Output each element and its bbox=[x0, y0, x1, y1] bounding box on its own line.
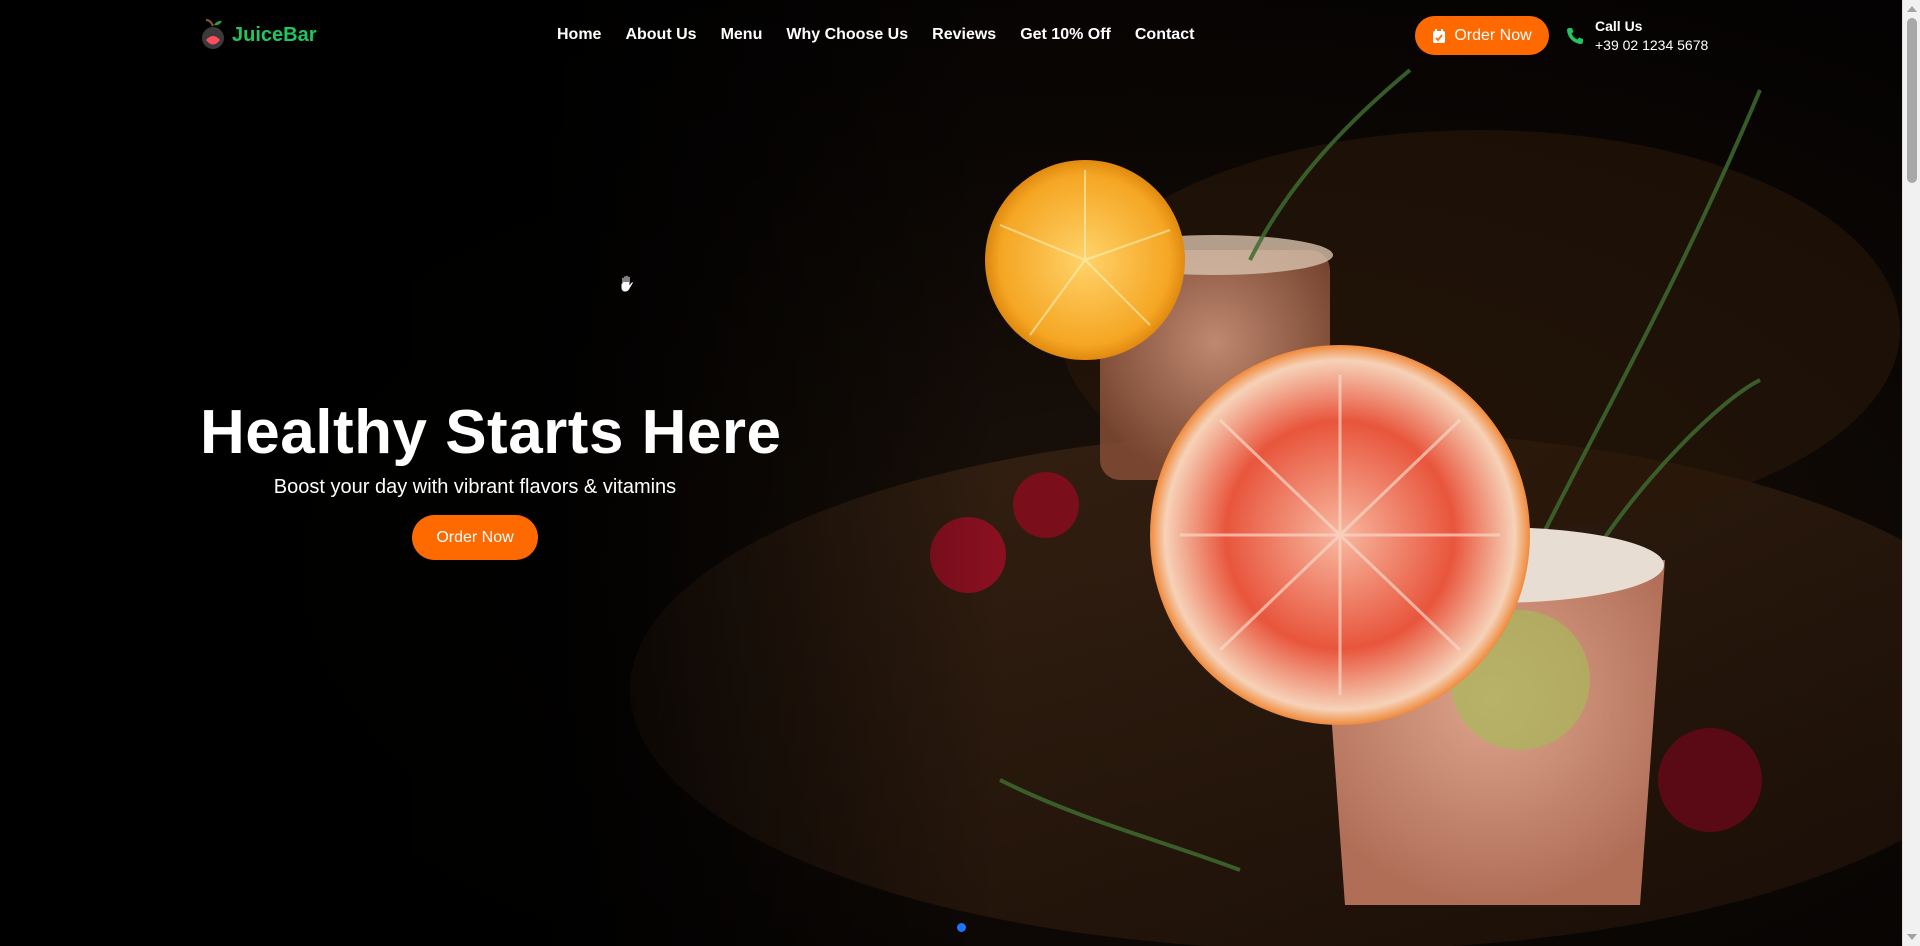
slide-indicator-dot[interactable] bbox=[957, 923, 966, 932]
call-us-title: Call Us bbox=[1595, 18, 1643, 34]
main-nav: Home About Us Menu Why Choose Us Reviews… bbox=[557, 26, 1194, 44]
nav-about-us[interactable]: About Us bbox=[625, 26, 696, 44]
brand-name: JuiceBar bbox=[232, 23, 317, 46]
hero-subtitle: Boost your day with vibrant flavors & vi… bbox=[273, 476, 677, 498]
nav-contact[interactable]: Contact bbox=[1135, 26, 1195, 44]
scroll-up-arrow-icon[interactable] bbox=[1907, 6, 1917, 12]
site-header: JuiceBar Home About Us Menu Why Choose U… bbox=[0, 0, 1902, 72]
call-us-number: +39 02 1234 5678 bbox=[1595, 37, 1709, 53]
nav-get-discount[interactable]: Get 10% Off bbox=[1020, 26, 1111, 44]
calendar-icon bbox=[1433, 28, 1446, 43]
header-order-now-button[interactable]: Order Now bbox=[1415, 16, 1549, 55]
nav-reviews[interactable]: Reviews bbox=[932, 26, 996, 44]
hero-order-now-button[interactable]: Order Now bbox=[412, 515, 538, 560]
nav-home[interactable]: Home bbox=[557, 26, 601, 44]
scroll-thumb[interactable] bbox=[1907, 18, 1917, 183]
nav-menu[interactable]: Menu bbox=[721, 26, 763, 44]
header-order-now-label: Order Now bbox=[1454, 26, 1532, 44]
hand-cursor-icon bbox=[620, 274, 634, 293]
page-scrollbar[interactable] bbox=[1902, 0, 1920, 946]
brand-logo[interactable]: JuiceBar bbox=[200, 18, 317, 52]
scroll-down-arrow-icon[interactable] bbox=[1907, 934, 1917, 940]
apple-icon bbox=[202, 19, 224, 49]
hero-title: Healthy Starts Here bbox=[200, 398, 782, 467]
nav-why-choose-us[interactable]: Why Choose Us bbox=[786, 26, 908, 44]
hero-content: Healthy Starts Here Boost your day with … bbox=[200, 398, 782, 560]
phone-icon bbox=[1567, 28, 1583, 44]
call-us-block[interactable]: Call Us +39 02 1234 5678 bbox=[1565, 17, 1708, 55]
